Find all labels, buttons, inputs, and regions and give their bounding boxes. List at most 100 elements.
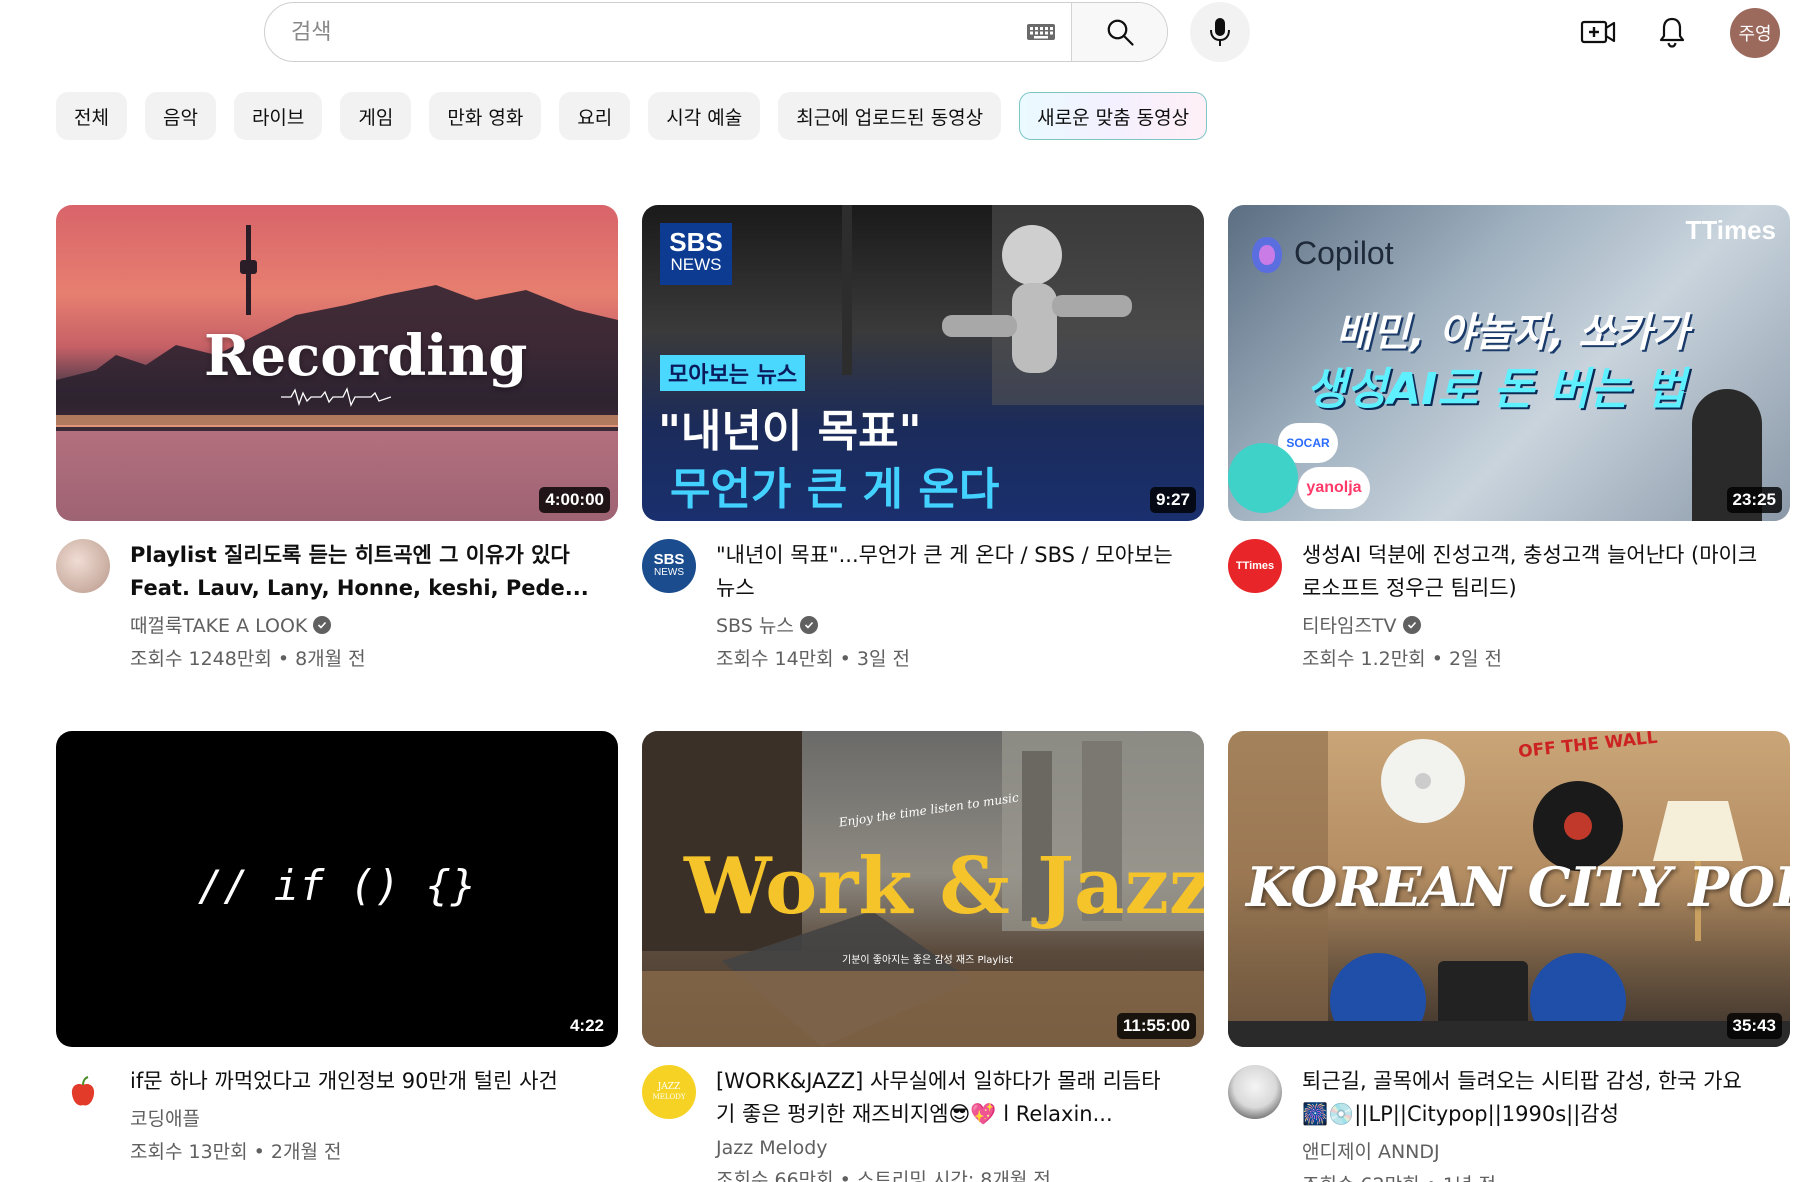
chip-cooking[interactable]: 요리 [559,92,631,140]
notifications-button[interactable] [1646,6,1698,58]
channel-name[interactable]: 앤디제이 ANNDJ [1302,1137,1440,1164]
search-icon [1107,19,1134,46]
search-button[interactable] [1071,3,1167,61]
video-info: 퇴근길, 골목에서 들려오는 시티팝 감성, 한국 가요 🎆💿||LP||Cit… [1302,1065,1762,1182]
channel-name[interactable]: 티타임즈TV [1302,611,1397,638]
voice-search-button[interactable] [1190,2,1250,62]
sbs-news-logo: SBS NEWS [660,223,732,285]
thumb-title: Recording [204,323,528,389]
video-card[interactable]: Recording 4:00:00 Playlist 질리도록 듣는 히트곡엔 … [56,205,618,671]
waveform-graphic [281,387,391,407]
chip-visual-arts[interactable]: 시각 예술 [648,92,761,140]
thumb-copilot-label: Copilot [1294,235,1394,271]
search-input[interactable] [265,3,1011,61]
chip-new-to-you[interactable]: 새로운 맞춤 동영상 [1019,92,1208,140]
video-meta: SBS NEWS "내년이 목표"...무언가 큰 게 온다 / SBS / 모… [642,539,1204,671]
chip-all[interactable]: 전체 [56,92,127,140]
avatar-subtext: NEWS [654,567,684,578]
video-title[interactable]: Playlist 질리도록 듣는 히트곡엔 그 이유가 있다Feat. Lauv… [130,539,590,605]
video-stats: 조회수 1248만회 • 8개월 전 [130,648,366,670]
chip-recently-uploaded[interactable]: 최근에 업로드된 동영상 [778,92,1002,140]
video-meta: Playlist 질리도록 듣는 히트곡엔 그 이유가 있다Feat. Lauv… [56,539,618,671]
video-meta: if문 하나 까먹었다고 개인정보 90만개 털린 사건 코딩애플 조회수 13… [56,1065,618,1164]
thumb-code: // if () {} [197,861,477,910]
video-title[interactable]: if문 하나 까먹었다고 개인정보 90만개 털린 사건 [130,1065,590,1098]
chip-music[interactable]: 음악 [144,92,216,140]
avatar-text: SBS [653,551,685,568]
video-info: if문 하나 까먹었다고 개인정보 90만개 털린 사건 코딩애플 조회수 13… [130,1065,590,1164]
chip-animation[interactable]: 만화 영화 [429,92,542,140]
thumb-headline-2: 무언가 큰 게 온다 [670,464,1000,515]
video-duration: 11:55:00 [1116,1013,1196,1039]
video-meta: 퇴근길, 골목에서 들려오는 시티팝 감성, 한국 가요 🎆💿||LP||Cit… [1228,1065,1790,1182]
mic-icon [1210,18,1230,46]
logo-subtext: NEWS [670,255,722,274]
avatar-subtext: MELODY [652,1093,686,1101]
video-info: Playlist 질리도록 듣는 히트곡엔 그 이유가 있다Feat. Lauv… [130,539,590,671]
video-duration: 9:27 [1149,487,1196,513]
video-info: [WORK&JAZZ] 사무실에서 일하다가 몰래 리듬타기 좋은 펑키한 재즈… [716,1065,1176,1182]
video-thumbnail[interactable]: Enjoy the time listen to music Work & Ja… [642,731,1204,1047]
chip-live[interactable]: 라이브 [233,92,323,140]
video-stats: 조회수 13만회 • 2개월 전 [130,1141,342,1163]
channel-avatar[interactable] [56,539,110,593]
yanolja-badge: yanolja [1298,467,1370,509]
channel-avatar[interactable]: SBS NEWS [642,539,696,593]
thumb-title: Work & Jazz [684,841,1204,932]
channel-name[interactable]: 때껄룩TAKE A LOOK [130,611,307,638]
channel-name[interactable]: 코딩애플 [130,1104,200,1131]
video-duration: 4:00:00 [539,487,610,513]
video-stats: 조회수 1.2만회 • 2일 전 [1302,648,1503,670]
channel-name-row: 때껄룩TAKE A LOOK [130,611,590,638]
verified-badge-icon [1402,615,1421,634]
search-box [264,2,1168,62]
thumb-headline-1: "내년이 목표" [658,406,922,457]
channel-name[interactable]: Jazz Melody [716,1137,828,1159]
thumb-tag: 모아보는 뉴스 [660,355,806,391]
verified-badge-icon [313,615,332,634]
video-duration: 4:22 [563,1013,610,1039]
video-card[interactable]: OFF THE WALL KOREAN CITY POP 35:43 퇴근길, … [1228,731,1790,1182]
video-thumbnail[interactable]: OFF THE WALL KOREAN CITY POP 35:43 [1228,731,1790,1047]
video-card[interactable]: TTimes Copilot 배민, 야놀자, 쏘카가 생성AI로 돈 버는 법… [1228,205,1790,671]
channel-avatar[interactable]: JAZZ MELODY [642,1065,696,1119]
channel-avatar[interactable] [56,1065,110,1119]
thumb-subtitle: 기분이 좋아지는 좋은 감성 재즈 Playlist [842,955,1014,966]
chip-gaming[interactable]: 게임 [340,92,412,140]
video-thumbnail[interactable]: // if () {} 4:22 [56,731,618,1047]
keyboard-icon[interactable] [1011,3,1071,61]
video-card[interactable]: Enjoy the time listen to music Work & Ja… [642,731,1204,1182]
thumb-brand: TTimes [1685,215,1776,245]
youtube-home: 주영 전체 음악 라이브 게임 만화 영화 요리 시각 예술 최근에 업로드된 … [0,0,1820,1182]
video-duration: 35:43 [1726,1013,1782,1039]
create-video-icon [1580,20,1616,44]
apple-icon [71,1076,95,1106]
logo-text: SBS [669,227,723,257]
channel-name[interactable]: SBS 뉴스 [716,611,794,638]
video-card[interactable]: SBS NEWS 모아보는 뉴스 "내년이 목표" 무언가 큰 게 온다 9:2… [642,205,1204,671]
video-duration: 23:25 [1726,487,1782,513]
account-avatar[interactable]: 주영 [1730,8,1780,58]
video-card[interactable]: // if () {} 4:22 if문 하나 까먹었다고 개인정보 90만개 … [56,731,618,1164]
channel-name-row: 앤디제이 ANNDJ [1302,1137,1762,1164]
channel-name-row: Jazz Melody [716,1137,1176,1159]
channel-avatar[interactable] [1228,1065,1282,1119]
video-thumbnail[interactable]: SBS NEWS 모아보는 뉴스 "내년이 목표" 무언가 큰 게 온다 9:2… [642,205,1204,521]
video-title[interactable]: "내년이 목표"...무언가 큰 게 온다 / SBS / 모아보는 뉴스 [716,539,1176,605]
video-thumbnail[interactable]: Recording 4:00:00 [56,205,618,521]
verified-badge-icon [799,615,818,634]
thumb-headline-1: 배민, 야놀자, 쏘카가 [1336,310,1689,356]
video-title[interactable]: 생성AI 덕분에 진성고객, 충성고객 늘어난다 (마이크로소프트 정우근 팀리… [1302,539,1762,605]
create-button[interactable] [1572,6,1624,58]
channel-name-row: SBS 뉴스 [716,611,1176,638]
video-thumbnail[interactable]: TTimes Copilot 배민, 야놀자, 쏘카가 생성AI로 돈 버는 법… [1228,205,1790,521]
filter-chips: 전체 음악 라이브 게임 만화 영화 요리 시각 예술 최근에 업로드된 동영상… [56,92,1208,140]
video-title[interactable]: 퇴근길, 골목에서 들려오는 시티팝 감성, 한국 가요 🎆💿||LP||Cit… [1302,1065,1762,1131]
channel-avatar[interactable]: TTimes [1228,539,1282,593]
channel-name-row: 티타임즈TV [1302,611,1762,638]
video-info: "내년이 목표"...무언가 큰 게 온다 / SBS / 모아보는 뉴스 SB… [716,539,1176,671]
thumb-title: KOREAN CITY POP [1246,855,1790,919]
copilot-logo-icon [1252,237,1282,273]
video-title[interactable]: [WORK&JAZZ] 사무실에서 일하다가 몰래 리듬타기 좋은 펑키한 재즈… [716,1065,1176,1131]
avatar-text: JAZZ [657,1082,681,1092]
